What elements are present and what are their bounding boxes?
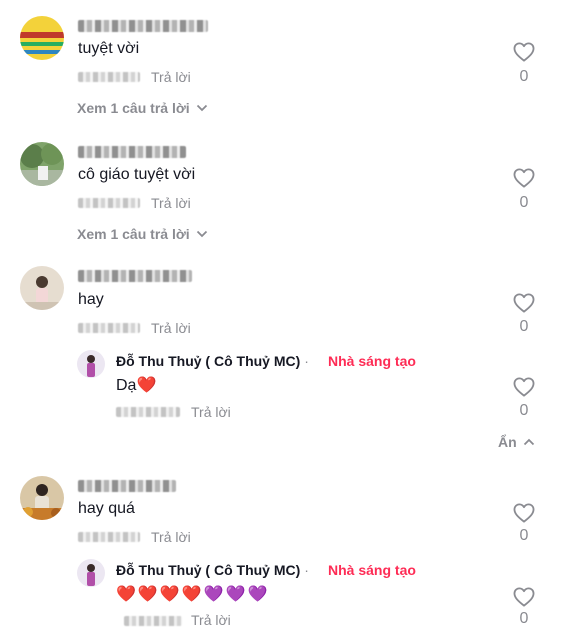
author-name-blurred[interactable] [78, 480, 176, 492]
reply-author-name[interactable]: Đỗ Thu Thuỷ ( Cô Thuỷ MC) [116, 353, 300, 369]
reply-author-name[interactable]: Đỗ Thu Thuỷ ( Cô Thuỷ MC) [116, 562, 300, 578]
comment-text: cô giáo tuyệt vời [78, 166, 196, 183]
reply-text: Dạ❤️ [116, 377, 157, 394]
reply-author[interactable]: Đỗ Thu Thuỷ ( Cô Thuỷ MC) · [116, 353, 309, 369]
creator-badge: Nhà sáng tạo [328, 353, 416, 369]
reply-button[interactable]: Trả lời [191, 404, 231, 420]
like-count: 0 [519, 318, 529, 335]
view-replies-label: Xem 1 câu trả lời [77, 100, 190, 116]
like-count: 0 [519, 527, 529, 544]
separator-dot: · [304, 562, 309, 578]
timestamp-blurred [78, 72, 140, 82]
timestamp-blurred [78, 323, 140, 333]
reply-button[interactable]: Trả lời [151, 320, 191, 336]
reply-author[interactable]: Đỗ Thu Thuỷ ( Cô Thuỷ MC) · [116, 562, 309, 578]
like-count: 0 [519, 610, 529, 627]
comment-text: tuyệt vời [78, 40, 140, 57]
view-replies-button[interactable]: Xem 1 câu trả lời [77, 100, 208, 116]
author-name-blurred[interactable] [78, 270, 192, 282]
like-button[interactable] [512, 377, 536, 397]
avatar[interactable] [20, 142, 64, 186]
chevron-down-icon [196, 230, 207, 238]
heart-outline-icon [513, 377, 535, 397]
reply-button[interactable]: Trả lời [151, 195, 191, 211]
separator-dot: · [304, 353, 309, 369]
comment-text: hay [78, 291, 104, 308]
chevron-down-icon [196, 104, 207, 112]
heart-outline-icon [513, 168, 535, 188]
like-count: 0 [519, 68, 529, 85]
creator-avatar[interactable] [77, 559, 105, 587]
reply-text: ❤️❤️❤️❤️💜💜💜 [116, 586, 270, 603]
heart-outline-icon [513, 587, 535, 607]
like-button[interactable] [512, 293, 536, 313]
heart-outline-icon [513, 503, 535, 523]
author-name-blurred[interactable] [78, 20, 208, 32]
reply-button[interactable]: Trả lời [151, 529, 191, 545]
timestamp-blurred [124, 616, 182, 626]
timestamp-blurred [116, 407, 180, 417]
comment-text: hay quá [78, 500, 135, 517]
like-button[interactable] [512, 42, 536, 62]
like-button[interactable] [512, 168, 536, 188]
timestamp-blurred [78, 532, 140, 542]
creator-avatar[interactable] [77, 350, 105, 378]
hide-replies-label: Ẩn [498, 434, 517, 450]
creator-badge: Nhà sáng tạo [328, 562, 416, 578]
heart-outline-icon [513, 293, 535, 313]
avatar[interactable] [20, 476, 64, 520]
like-button[interactable] [512, 503, 536, 523]
author-name-blurred[interactable] [78, 146, 186, 158]
heart-outline-icon [513, 42, 535, 62]
timestamp-blurred [78, 198, 140, 208]
avatar[interactable] [20, 266, 64, 310]
hide-replies-button[interactable]: Ẩn [498, 434, 535, 450]
chevron-up-icon [523, 438, 534, 446]
like-count: 0 [519, 402, 529, 419]
reply-button[interactable]: Trả lời [191, 612, 231, 628]
like-count: 0 [519, 194, 529, 211]
view-replies-button[interactable]: Xem 1 câu trả lời [77, 226, 208, 242]
like-button[interactable] [512, 587, 536, 607]
avatar[interactable] [20, 16, 64, 60]
reply-button[interactable]: Trả lời [151, 69, 191, 85]
view-replies-label: Xem 1 câu trả lời [77, 226, 190, 242]
